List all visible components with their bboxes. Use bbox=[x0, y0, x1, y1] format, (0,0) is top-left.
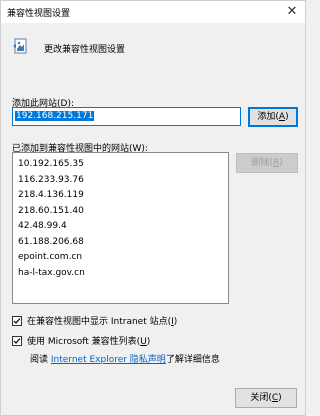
privacy-statement-link[interactable]: Internet Explorer 隐私声明 bbox=[51, 355, 166, 365]
checkmark-icon bbox=[13, 337, 21, 344]
list-item[interactable]: epoint.com.cn bbox=[18, 250, 228, 266]
add-button[interactable]: 添加(A) bbox=[248, 107, 298, 127]
intranet-option-label: 在兼容性视图中显示 Intranet 站点(I) bbox=[27, 317, 178, 327]
list-item[interactable]: 61.188.206.68 bbox=[18, 235, 228, 251]
ms-list-option[interactable]: 使用 Microsoft 兼容性列表(U) bbox=[12, 334, 150, 347]
ms-list-checkbox[interactable] bbox=[12, 335, 22, 346]
checkmark-icon bbox=[13, 317, 21, 324]
close-button[interactable]: 关闭(C) bbox=[235, 388, 297, 408]
compat-view-settings-dialog: 兼容性视图设置 ✕ 更改兼容性视图设置 添加此网站(D): 192.168.21… bbox=[0, 0, 306, 416]
intranet-option[interactable]: 在兼容性视图中显示 Intranet 站点(I) bbox=[12, 314, 177, 327]
close-window-icon[interactable]: ✕ bbox=[283, 3, 301, 21]
list-item[interactable]: ha-l-tax.gov.cn bbox=[18, 266, 228, 282]
list-item[interactable]: 10.192.165.35 bbox=[18, 157, 228, 173]
compat-view-icon bbox=[12, 37, 30, 55]
dialog-heading: 更改兼容性视图设置 bbox=[44, 45, 126, 55]
list-item[interactable]: 218.60.151.40 bbox=[18, 204, 228, 220]
list-item[interactable]: 42.48.99.4 bbox=[18, 219, 228, 235]
remove-button[interactable]: 删除(R) bbox=[236, 153, 298, 173]
window-title: 兼容性视图设置 bbox=[7, 9, 71, 19]
add-site-input[interactable]: 192.168.215.171 bbox=[12, 107, 241, 126]
list-item[interactable]: 116.233.93.76 bbox=[18, 173, 228, 189]
privacy-info: 阅读 Internet Explorer 隐私声明了解详细信息 bbox=[30, 355, 220, 365]
intranet-checkbox[interactable] bbox=[12, 315, 22, 326]
add-site-input-value: 192.168.215.171 bbox=[15, 111, 95, 121]
ms-list-option-label: 使用 Microsoft 兼容性列表(U) bbox=[27, 337, 151, 347]
title-bar: 兼容性视图设置 ✕ bbox=[1, 1, 305, 23]
added-sites-list[interactable]: 10.192.165.35 116.233.93.76 218.4.136.119 2… bbox=[12, 152, 229, 304]
list-item[interactable]: 218.4.136.119 bbox=[18, 188, 228, 204]
